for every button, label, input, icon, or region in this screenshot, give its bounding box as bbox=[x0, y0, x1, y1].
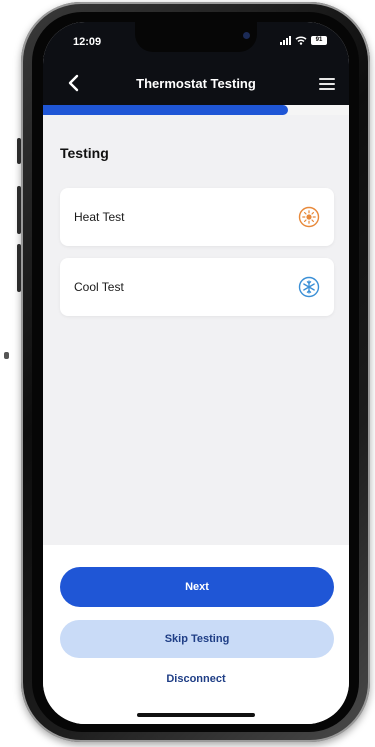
volume-down-button bbox=[17, 244, 21, 292]
phone-screen: 12:09 91 Thermostat Testing Testing Heat… bbox=[43, 22, 349, 724]
stage: 12:09 91 Thermostat Testing Testing Heat… bbox=[0, 0, 375, 747]
battery-icon: 91 bbox=[311, 36, 327, 45]
cool-test-card[interactable]: Cool Test bbox=[60, 258, 334, 316]
skip-testing-button[interactable]: Skip Testing bbox=[60, 620, 334, 658]
menu-button[interactable] bbox=[319, 78, 335, 90]
progress-bar-fill bbox=[43, 105, 288, 115]
heat-test-card[interactable]: Heat Test bbox=[60, 188, 334, 246]
heat-icon bbox=[298, 206, 320, 228]
cool-test-label: Cool Test bbox=[74, 280, 124, 294]
progress-bar bbox=[43, 105, 349, 115]
status-time: 12:09 bbox=[73, 36, 102, 48]
hamburger-menu-icon bbox=[319, 78, 335, 80]
side-marker bbox=[4, 352, 9, 359]
home-indicator bbox=[137, 713, 255, 717]
wifi-icon bbox=[295, 36, 307, 45]
chevron-left-icon bbox=[68, 74, 79, 92]
mute-switch bbox=[17, 138, 21, 164]
back-button[interactable] bbox=[63, 72, 83, 94]
notch bbox=[135, 22, 257, 52]
disconnect-link[interactable]: Disconnect bbox=[43, 673, 349, 685]
snowflake-icon bbox=[298, 276, 320, 298]
status-icons: 91 bbox=[280, 36, 327, 45]
section-heading: Testing bbox=[60, 145, 109, 161]
footer: Next Skip Testing Disconnect bbox=[43, 545, 349, 724]
heat-test-label: Heat Test bbox=[74, 210, 125, 224]
volume-up-button bbox=[17, 186, 21, 234]
main-content: Testing Heat Test Cool Test bbox=[43, 115, 349, 545]
signal-icon bbox=[280, 36, 291, 45]
camera-icon bbox=[243, 32, 250, 39]
next-button[interactable]: Next bbox=[60, 567, 334, 607]
page-title: Thermostat Testing bbox=[136, 76, 256, 91]
